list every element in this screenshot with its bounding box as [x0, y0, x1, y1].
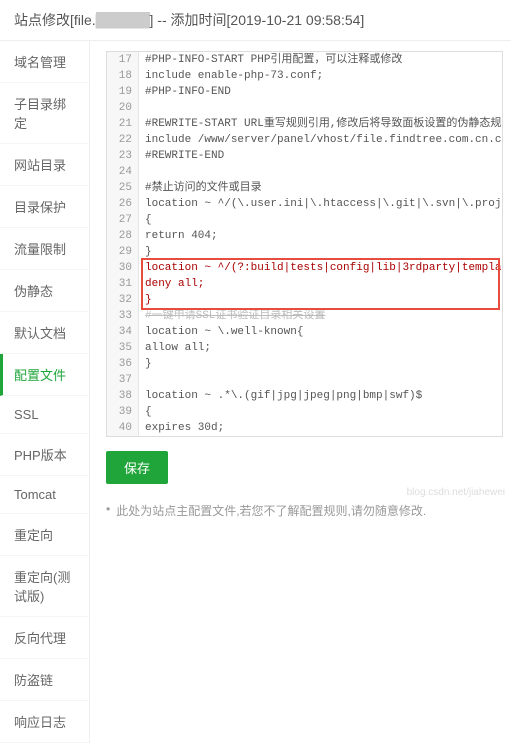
code-line[interactable]: #一键申请SSL证书验证目录相关设置	[145, 308, 496, 324]
sidebar-item-1[interactable]: 子目录绑定	[0, 83, 89, 144]
code-line[interactable]: location ~ ^/(?:build|tests|config|lib|3…	[145, 260, 496, 276]
note: • 此处为站点主配置文件,若您不了解配置规则,请勿随意修改.	[106, 502, 503, 519]
page-title: 站点修改[file.▇▇▇▇▇] -- 添加时间[2019-10-21 09:5…	[0, 0, 511, 41]
line-number: 32	[107, 292, 138, 308]
sidebar-item-13[interactable]: 反向代理	[0, 617, 89, 659]
code-line[interactable]	[145, 164, 496, 180]
note-text: 此处为站点主配置文件,若您不了解配置规则,请勿随意修改.	[116, 502, 426, 519]
line-number: 23	[107, 148, 138, 164]
title-prefix: 站点修改[file.	[14, 12, 96, 28]
sidebar-item-10[interactable]: Tomcat	[0, 476, 89, 514]
code-line[interactable]: return 404;	[145, 228, 496, 244]
code-line[interactable]	[145, 372, 496, 388]
code-line[interactable]: expires 30d;	[145, 420, 496, 436]
line-number: 40	[107, 420, 138, 436]
container: 域名管理子目录绑定网站目录目录保护流量限制伪静态默认文档配置文件SSLPHP版本…	[0, 41, 511, 743]
sidebar-item-11[interactable]: 重定向	[0, 514, 89, 556]
config-editor[interactable]: 1718192021222324252627282930313233343536…	[106, 51, 503, 437]
sidebar-item-6[interactable]: 默认文档	[0, 312, 89, 354]
line-number: 25	[107, 180, 138, 196]
line-number: 34	[107, 324, 138, 340]
sidebar-item-4[interactable]: 流量限制	[0, 228, 89, 270]
line-gutter: 1718192021222324252627282930313233343536…	[107, 52, 139, 436]
sidebar-item-15[interactable]: 响应日志	[0, 701, 89, 743]
sidebar-item-8[interactable]: SSL	[0, 396, 89, 434]
sidebar-item-7[interactable]: 配置文件	[0, 354, 89, 396]
sidebar: 域名管理子目录绑定网站目录目录保护流量限制伪静态默认文档配置文件SSLPHP版本…	[0, 41, 90, 743]
sidebar-item-14[interactable]: 防盗链	[0, 659, 89, 701]
line-number: 26	[107, 196, 138, 212]
watermark: blog.csdn.net/jiahewei	[407, 487, 505, 498]
line-number: 35	[107, 340, 138, 356]
code-line[interactable]	[145, 100, 496, 116]
code-line[interactable]: }	[145, 244, 496, 260]
code-line[interactable]: allow all;	[145, 340, 496, 356]
code-line[interactable]: include enable-php-73.conf;	[145, 68, 496, 84]
sidebar-item-12[interactable]: 重定向(测试版)	[0, 556, 89, 617]
line-number: 30	[107, 260, 138, 276]
sidebar-item-3[interactable]: 目录保护	[0, 186, 89, 228]
line-number: 39	[107, 404, 138, 420]
code-line[interactable]: }	[145, 356, 496, 372]
code-line[interactable]: location ~ \.well-known{	[145, 324, 496, 340]
code-line[interactable]: location ~ .*\.(gif|jpg|jpeg|png|bmp|swf…	[145, 388, 496, 404]
line-number: 33	[107, 308, 138, 324]
code-line[interactable]: location ~ ^/(\.user.ini|\.htaccess|\.gi…	[145, 196, 496, 212]
line-number: 38	[107, 388, 138, 404]
line-number: 19	[107, 84, 138, 100]
line-number: 22	[107, 132, 138, 148]
line-number: 27	[107, 212, 138, 228]
title-suffix: ] -- 添加时间[2019-10-21 09:58:54]	[150, 12, 365, 28]
sidebar-item-9[interactable]: PHP版本	[0, 434, 89, 476]
line-number: 28	[107, 228, 138, 244]
line-number: 36	[107, 356, 138, 372]
code-line[interactable]: #禁止访问的文件或目录	[145, 180, 496, 196]
code-line[interactable]: {	[145, 212, 496, 228]
line-number: 29	[107, 244, 138, 260]
code-line[interactable]: #PHP-INFO-START PHP引用配置，可以注释或修改	[145, 52, 496, 68]
code-line[interactable]: {	[145, 404, 496, 420]
sidebar-item-5[interactable]: 伪静态	[0, 270, 89, 312]
line-number: 24	[107, 164, 138, 180]
code-line[interactable]: #REWRITE-END	[145, 148, 496, 164]
line-number: 20	[107, 100, 138, 116]
line-number: 21	[107, 116, 138, 132]
code-line[interactable]: #REWRITE-START URL重写规则引用,修改后将导致面板设置的伪静态规…	[145, 116, 496, 132]
main-panel: 1718192021222324252627282930313233343536…	[90, 41, 511, 743]
code-line[interactable]: deny all;	[145, 276, 496, 292]
line-number: 18	[107, 68, 138, 84]
line-number: 31	[107, 276, 138, 292]
sidebar-item-0[interactable]: 域名管理	[0, 41, 89, 83]
code-body[interactable]: #PHP-INFO-START PHP引用配置，可以注释或修改include e…	[139, 52, 502, 436]
save-button[interactable]: 保存	[106, 451, 168, 484]
line-number: 37	[107, 372, 138, 388]
code-line[interactable]: }	[145, 292, 496, 308]
sidebar-item-2[interactable]: 网站目录	[0, 144, 89, 186]
title-redacted: ▇▇▇▇▇	[96, 12, 150, 28]
line-number: 17	[107, 52, 138, 68]
bullet-icon: •	[106, 502, 110, 516]
code-line[interactable]: #PHP-INFO-END	[145, 84, 496, 100]
code-line[interactable]: include /www/server/panel/vhost/file.fin…	[145, 132, 496, 148]
